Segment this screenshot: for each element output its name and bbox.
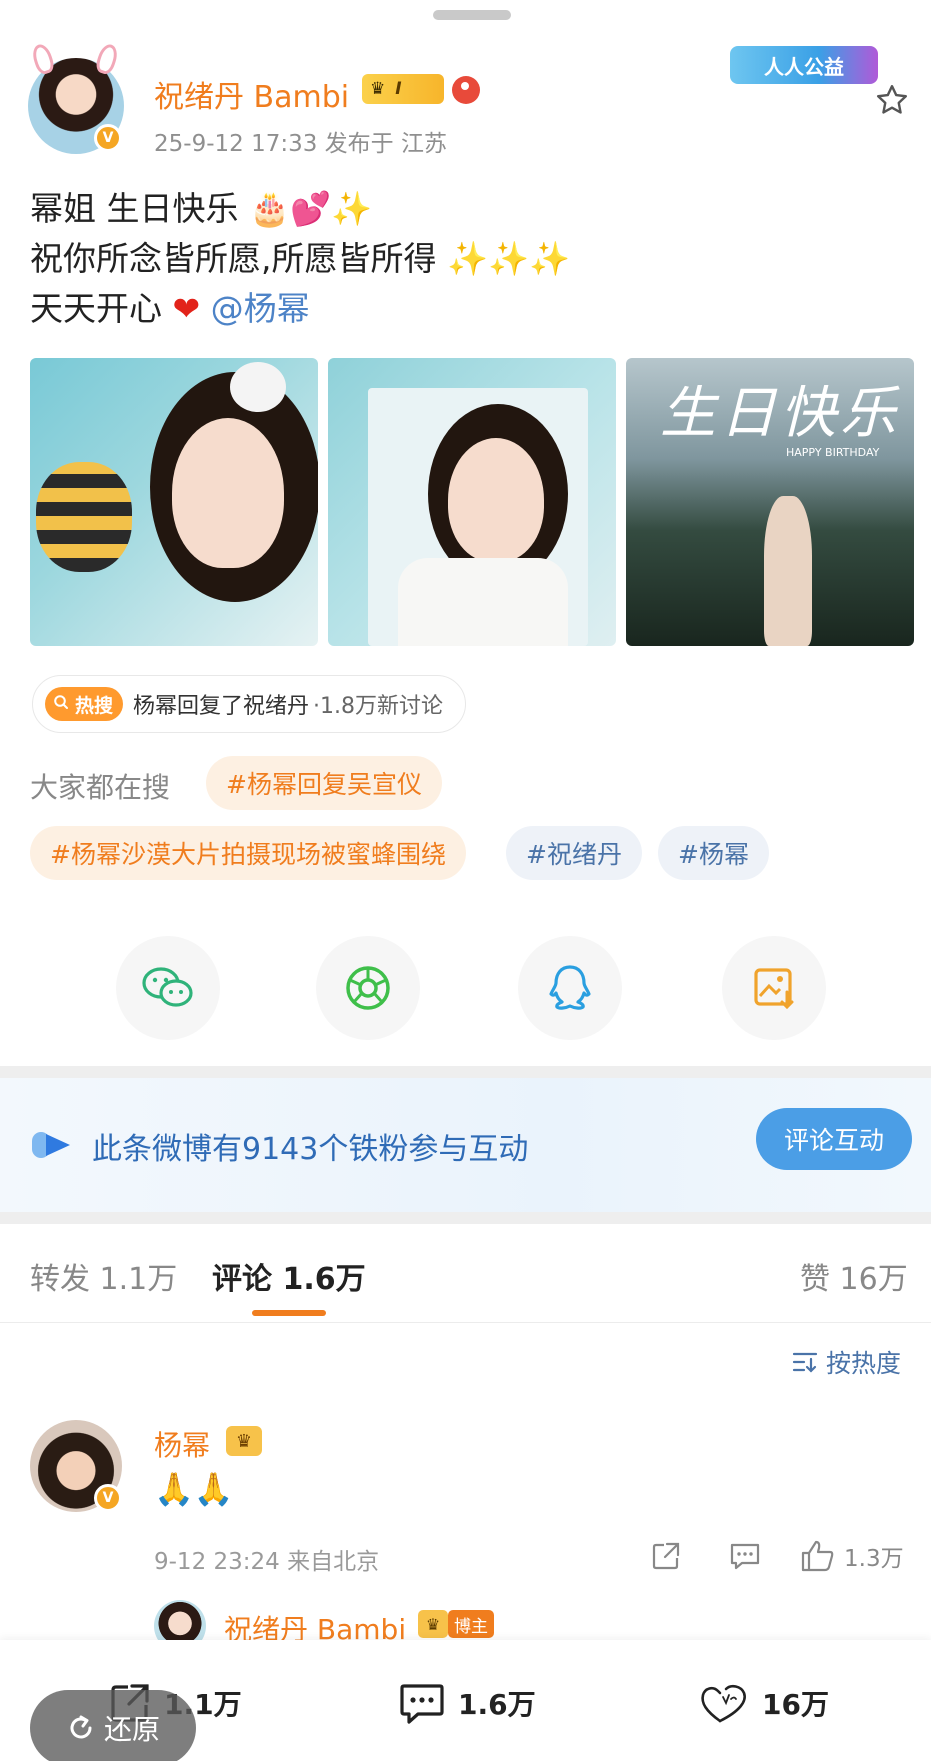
sparkle-icon: ✨✨✨ [447, 239, 571, 278]
post-image-3[interactable]: 生日快乐 HAPPY BIRTHDAY [626, 358, 914, 646]
image-caption: HAPPY BIRTHDAY [786, 446, 880, 459]
verified-icon: V [94, 124, 122, 152]
search-icon [53, 693, 69, 715]
section-divider [0, 1066, 931, 1078]
charity-badge[interactable]: 人人公益 [730, 46, 878, 84]
post-meta: 25-9-12 17:33 发布于 江苏 [154, 131, 447, 157]
restore-button[interactable]: 还原 [30, 1690, 196, 1761]
comment-text: 🙏🙏 [154, 1470, 234, 1508]
like-count: 16万 [762, 1688, 829, 1721]
post-text: 幂姐 生日快乐 🎂💕✨ 祝你所念皆所愿,所愿皆所得 ✨✨✨ 天天开心 ❤ @杨幂 [30, 184, 900, 334]
sort-icon [792, 1352, 818, 1373]
author-avatar[interactable]: V [28, 41, 124, 154]
share-moments-button[interactable] [316, 936, 420, 1040]
verified-icon: V [94, 1484, 122, 1512]
iron-fans-text: 此条微博有9143个铁粉参与互动 [92, 1132, 529, 1167]
image-title-art: 生日快乐 [660, 381, 900, 446]
post-images: 生日快乐 HAPPY BIRTHDAY [30, 358, 915, 648]
save-image-button[interactable] [722, 936, 826, 1040]
thumb-up-icon [801, 1540, 834, 1572]
restore-label: 还原 [103, 1713, 160, 1746]
comment-interact-button[interactable]: 评论互动 [756, 1108, 912, 1170]
post-image-2[interactable] [328, 358, 616, 646]
mascot-icon [452, 76, 480, 104]
post-line-1: 幂姐 生日快乐 [30, 189, 239, 228]
sort-button[interactable]: 按热度 [792, 1344, 901, 1380]
mention-link[interactable]: @杨幂 [211, 289, 310, 328]
trend-tag[interactable]: #祝绪丹 [506, 826, 642, 880]
level-label: I [395, 79, 402, 99]
author-badge: 博主 [448, 1610, 494, 1638]
trend-tag[interactable]: #杨幂回复吴宣仪 [206, 756, 442, 810]
tabs-divider [0, 1322, 931, 1323]
hot-search-title: 杨幂回复了祝绪丹 [133, 694, 310, 719]
comment-like-button[interactable]: 1.3万 [800, 1536, 904, 1576]
member-level-badge[interactable]: ♛ I [362, 74, 444, 104]
fans-play-icon [32, 1132, 70, 1158]
sort-label: 按热度 [826, 1349, 902, 1378]
share-icon [652, 1542, 680, 1570]
author-name[interactable]: 祝绪丹 Bambi [154, 72, 349, 116]
hot-search-tag-label: 热搜 [75, 694, 114, 717]
trend-tag[interactable]: #杨幂沙漠大片拍摄现场被蜜蜂围绕 [30, 826, 466, 880]
bunny-ear-right [93, 41, 121, 77]
save-image-icon [754, 968, 794, 1010]
red-heart-icon: ❤ [172, 289, 201, 328]
comment-like-count: 1.3万 [844, 1546, 904, 1572]
hot-search-pill[interactable]: 热搜 杨幂回复了祝绪丹 ·1.8万新讨论 [32, 675, 467, 733]
post-line-3: 天天开心 [30, 289, 162, 328]
everyone-searching-label: 大家都在搜 [30, 771, 171, 804]
comment-icon [730, 1543, 760, 1570]
sheet-grabber[interactable] [433, 10, 511, 20]
active-tab-indicator [252, 1310, 326, 1316]
commenter-name[interactable]: 杨幂 [154, 1424, 210, 1464]
trend-tag[interactable]: #杨幂 [658, 826, 769, 880]
comment-button[interactable]: 1.6万 [398, 1678, 536, 1728]
comment-share-button[interactable] [650, 1536, 682, 1576]
qq-icon [549, 965, 591, 1010]
crown-icon: ♛ [418, 1610, 448, 1638]
sparkle-icon: ✨ [331, 189, 373, 228]
share-qq-button[interactable] [518, 936, 622, 1040]
post-image-1[interactable] [30, 358, 318, 646]
figure-shape [764, 496, 812, 646]
hearts-icon: 💕 [290, 189, 332, 228]
wechat-icon [142, 967, 193, 1007]
tab-likes[interactable]: 赞 16万 [800, 1254, 908, 1298]
comment-meta: 9-12 23:24 来自北京 [154, 1549, 380, 1575]
moments-icon [346, 966, 390, 1010]
post-line-2: 祝你所念皆所愿,所愿皆所得 [30, 239, 437, 278]
section-divider [0, 1212, 931, 1224]
like-button[interactable]: 16万 [698, 1678, 829, 1728]
comment-count: 1.6万 [458, 1688, 536, 1721]
star-icon [877, 85, 907, 114]
iron-fans-banner: 此条微博有9143个铁粉参与互动 评论互动 [0, 1078, 931, 1212]
comment-reply-button[interactable] [728, 1536, 762, 1576]
heart-icon [701, 1684, 746, 1723]
tab-comments[interactable]: 评论 1.6万 [212, 1254, 366, 1298]
share-wechat-button[interactable] [116, 936, 220, 1040]
crown-icon: ♛ [370, 79, 386, 99]
favorite-button[interactable] [870, 78, 914, 122]
hot-search-tag: 热搜 [45, 687, 124, 721]
tab-repost[interactable]: 转发 1.1万 [30, 1254, 177, 1298]
hot-search-count: ·1.8万新讨论 [313, 694, 444, 719]
crown-icon: ♛ [226, 1426, 262, 1456]
refresh-icon [70, 1715, 92, 1739]
cake-icon: 🎂 [249, 189, 291, 228]
comment-icon [400, 1684, 444, 1724]
